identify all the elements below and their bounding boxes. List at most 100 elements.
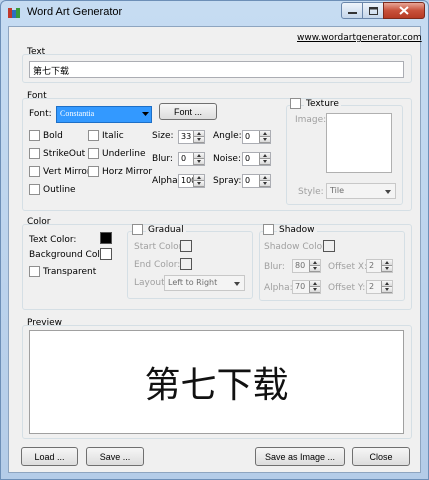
- end-color-swatch[interactable]: [180, 258, 192, 270]
- offset-x-spinner-buttons[interactable]: [381, 260, 392, 272]
- texture-image-label: Image:: [295, 115, 327, 125]
- blur-spinner-buttons[interactable]: [193, 153, 204, 165]
- horz-mirror-label: Horz Mirror: [102, 167, 153, 177]
- gradual-checkbox[interactable]: [132, 224, 143, 235]
- offset-x-value: 2: [369, 261, 375, 270]
- offset-x-spinner[interactable]: 2: [366, 259, 393, 273]
- layout-select[interactable]: Left to Right: [164, 275, 245, 291]
- vert-mirror-label: Vert Mirror: [43, 167, 91, 177]
- angle-value: 0: [245, 132, 251, 141]
- background-color-label: Background Color: [29, 250, 110, 260]
- shadow-blur-label: Blur:: [264, 262, 285, 272]
- spray-label: Spray:: [213, 176, 242, 186]
- close-window-button[interactable]: [383, 2, 425, 19]
- client-area: www.wordartgenerator.com Text 第七下载 Font …: [8, 26, 422, 473]
- shadow-alpha-spinner[interactable]: 70: [292, 280, 321, 294]
- italic-checkbox[interactable]: [88, 130, 99, 141]
- alpha-label: Alpha:: [152, 176, 181, 186]
- background-color-swatch[interactable]: [100, 248, 112, 260]
- spray-value: 0: [245, 176, 251, 185]
- gradual-label: Gradual: [146, 225, 186, 235]
- blur-value: 0: [181, 154, 187, 163]
- maximize-button[interactable]: [362, 2, 384, 19]
- noise-spinner[interactable]: 0: [242, 152, 271, 166]
- preview-text: 第七下载: [144, 365, 289, 406]
- horz-mirror-checkbox[interactable]: [88, 166, 99, 177]
- shadow-alpha-spinner-buttons[interactable]: [309, 281, 320, 293]
- vert-mirror-checkbox[interactable]: [29, 166, 40, 177]
- texture-style-value: Tile: [330, 186, 345, 195]
- size-label: Size:: [152, 131, 174, 141]
- strikeout-checkbox[interactable]: [29, 148, 40, 159]
- texture-label: Texture: [304, 99, 341, 109]
- shadow-blur-spinner[interactable]: 80: [292, 259, 321, 273]
- font-label: Font:: [29, 109, 52, 119]
- bold-label: Bold: [43, 131, 63, 141]
- shadow-blur-value: 80: [295, 261, 306, 270]
- text-color-label: Text Color:: [29, 235, 77, 245]
- noise-label: Noise:: [213, 154, 241, 164]
- start-color-label: Start Color:: [134, 242, 186, 252]
- texture-style-select[interactable]: Tile: [326, 183, 396, 199]
- shadow-label: Shadow: [277, 225, 317, 235]
- shadow-checkbox[interactable]: [263, 224, 274, 235]
- shadow-alpha-label: Alpha:: [264, 283, 293, 293]
- outline-checkbox[interactable]: [29, 184, 40, 195]
- font-dialog-button[interactable]: Font ...: [159, 103, 217, 120]
- chevron-down-icon: [234, 282, 240, 286]
- offset-y-label: Offset Y:: [328, 283, 366, 293]
- title-bar[interactable]: Word Art Generator: [1, 1, 428, 25]
- chevron-down-icon[interactable]: [142, 112, 149, 117]
- texture-style-label: Style:: [298, 187, 324, 197]
- shadow-color-label: Shadow Color:: [264, 242, 329, 252]
- save-button[interactable]: Save ...: [86, 447, 144, 466]
- size-value: 33: [181, 132, 192, 141]
- start-color-swatch[interactable]: [180, 240, 192, 252]
- layout-value: Left to Right: [168, 278, 218, 287]
- shadow-blur-spinner-buttons[interactable]: [309, 260, 320, 272]
- app-logo-icon: [8, 8, 20, 18]
- transparent-checkbox[interactable]: [29, 266, 40, 277]
- offset-x-label: Offset X:: [328, 262, 368, 272]
- offset-y-spinner-buttons[interactable]: [381, 281, 392, 293]
- load-button[interactable]: Load ...: [21, 447, 78, 466]
- maximize-icon: [368, 6, 378, 15]
- alpha-spinner-buttons[interactable]: [193, 175, 204, 187]
- close-icon: [399, 6, 409, 15]
- noise-spinner-buttons[interactable]: [259, 153, 270, 165]
- strikeout-label: StrikeOut: [43, 149, 86, 159]
- texture-image-box[interactable]: [326, 113, 392, 173]
- minimize-icon: [347, 11, 357, 14]
- text-color-swatch[interactable]: [100, 232, 112, 244]
- end-color-label: End Color:: [134, 260, 181, 270]
- font-select[interactable]: Constantia: [56, 106, 152, 123]
- text-input[interactable]: 第七下载: [29, 61, 404, 78]
- close-button[interactable]: Close: [352, 447, 410, 466]
- main-window: Word Art Generator www.wordartgenerator.…: [0, 0, 429, 480]
- angle-spinner[interactable]: 0: [242, 130, 271, 144]
- shadow-color-swatch[interactable]: [323, 240, 335, 252]
- size-spinner[interactable]: 33: [178, 130, 205, 144]
- outline-label: Outline: [43, 185, 76, 195]
- website-link[interactable]: www.wordartgenerator.com: [297, 33, 422, 43]
- spray-spinner-buttons[interactable]: [259, 175, 270, 187]
- blur-spinner[interactable]: 0: [178, 152, 205, 166]
- size-spinner-buttons[interactable]: [193, 131, 204, 143]
- shadow-alpha-value: 70: [295, 282, 306, 291]
- layout-label: Layout:: [134, 278, 168, 288]
- underline-label: Underline: [102, 149, 146, 159]
- preview-area: 第七下载: [29, 330, 404, 434]
- underline-checkbox[interactable]: [88, 148, 99, 159]
- minimize-button[interactable]: [341, 2, 363, 19]
- chevron-down-icon: [385, 190, 391, 194]
- noise-value: 0: [245, 154, 251, 163]
- alpha-spinner[interactable]: 100: [178, 174, 205, 188]
- bold-checkbox[interactable]: [29, 130, 40, 141]
- spray-spinner[interactable]: 0: [242, 174, 271, 188]
- save-as-image-button[interactable]: Save as Image ...: [255, 447, 345, 466]
- transparent-label: Transparent: [43, 267, 97, 277]
- offset-y-spinner[interactable]: 2: [366, 280, 393, 294]
- angle-spinner-buttons[interactable]: [259, 131, 270, 143]
- texture-checkbox[interactable]: [290, 98, 301, 109]
- angle-label: Angle:: [213, 131, 242, 141]
